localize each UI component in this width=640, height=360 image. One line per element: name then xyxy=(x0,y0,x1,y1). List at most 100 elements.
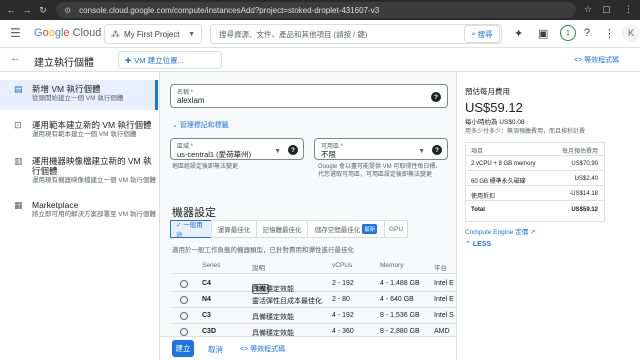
series-name: C3D xyxy=(202,328,217,335)
search-placeholder: 搜尋資源、文件、產品和其他項目 (請按 / 鍵) xyxy=(219,29,368,39)
region-value: us-central1 (愛荷華州) xyxy=(177,150,252,159)
create-button[interactable]: 建立 xyxy=(172,340,194,357)
series-vcpus: 2 - 80 xyxy=(332,296,350,303)
page-title: 建立執行個體 xyxy=(34,58,94,69)
tab-label: 記憶體最佳化 xyxy=(262,227,302,234)
equivalent-code-button[interactable]: <> 等效程式碼 xyxy=(240,344,285,354)
add-icon: ✚ xyxy=(125,55,132,65)
series-vcpus: 4 - 360 xyxy=(332,328,354,335)
series-radio[interactable] xyxy=(180,328,188,336)
cost-value: US$70.90 xyxy=(571,161,598,167)
project-icon: ⁂ xyxy=(111,28,120,39)
series-desc: 靈活彈性且成本最佳化 xyxy=(252,298,322,305)
tab-compute-optimized[interactable]: 運算最佳化 xyxy=(211,220,257,238)
manage-tags-labels-label: 管理標記和標籤 xyxy=(179,122,229,129)
table-row[interactable]: C3 具備穩定效能 4 - 192 8 - 1,536 GB Intel S xyxy=(172,308,456,324)
pricing-link[interactable]: Compute Engine 定價 ↗ xyxy=(465,226,536,236)
region-select[interactable]: 區域 * us-central1 (愛荷華州) ▼ ? xyxy=(170,138,304,160)
notification-badge[interactable]: 1 xyxy=(560,25,576,41)
cost-value: -US$14.18 xyxy=(569,191,598,197)
address-bar[interactable]: ⚙ console.cloud.google.com/compute/insta… xyxy=(56,2,576,18)
series-platform: AMD xyxy=(434,328,450,335)
vm-location-button[interactable]: ✚ VM 建立位置... xyxy=(118,51,222,69)
series-memory: 4 - 640 GB xyxy=(380,296,414,303)
help-icon[interactable]: ? xyxy=(288,145,298,155)
tab-label: 儲存空間最佳化 xyxy=(314,227,361,234)
browser-bar: ← → ↻ ⚙ console.cloud.google.com/compute… xyxy=(0,0,640,20)
less-toggle[interactable]: ⌃ LESS xyxy=(465,240,491,248)
column-header: Memory xyxy=(380,262,404,269)
equivalent-code-label: 等效程式碼 xyxy=(584,57,620,64)
table-row[interactable]: C4 預覽 具備穩定效能 2 - 192 4 - 1,488 GB Intel E xyxy=(172,276,456,294)
reload-icon[interactable]: ↻ xyxy=(36,5,50,16)
table-row[interactable]: C3D 具備穩定效能 4 - 360 8 - 2,880 GB AMD xyxy=(172,324,456,336)
back-arrow-icon[interactable]: ← xyxy=(4,5,18,15)
search-input[interactable]: 搜尋資源、文件、產品和其他項目 (請按 / 鍵) xyxy=(210,24,502,44)
monthly-price: US$59.12 xyxy=(465,100,523,115)
browser-menu-icon[interactable]: ⋮ xyxy=(624,4,633,15)
sidebar-item-from-machine-image[interactable]: ▥ 運用機器映像檔建立新的 VM 執行個體 運用現有機器映像檔建立一個 VM 執… xyxy=(0,152,158,192)
more-options-icon[interactable]: ⋮ xyxy=(604,27,615,40)
table-row[interactable]: N4 靈活彈性且成本最佳化 2 - 80 4 - 640 GB Intel E xyxy=(172,292,456,308)
manage-tags-labels-link[interactable]: ⌄ 管理標記和標籤 xyxy=(172,120,229,130)
tab-memory-optimized[interactable]: 記憶體最佳化 xyxy=(256,220,308,238)
series-radio[interactable] xyxy=(180,296,188,304)
tab-label: ✓ 一般用途 xyxy=(176,222,203,239)
pricing-title: 預估每月費用 xyxy=(465,87,510,96)
sidebar-item-title: 運用範本建立新的 VM 執行個體 xyxy=(32,120,152,130)
column-header: 項目 xyxy=(471,149,484,155)
sidebar-item-title: 新增 VM 執行個體 xyxy=(32,84,101,94)
sidebar-item-desc: 運用現有範本建立一個 VM 執行個體 xyxy=(32,131,137,138)
series-radio[interactable] xyxy=(180,280,188,288)
sidebar-item-new-vm[interactable]: ▤ 新增 VM 執行個體 從頭開始建立一個 VM 執行個體 xyxy=(0,80,158,110)
cancel-button[interactable]: 取消 xyxy=(208,344,223,355)
cost-table: 項目 每月預估費用 2 vCPU + 8 GB memory US$70.90 … xyxy=(465,142,605,222)
tab-gpu[interactable]: GPU xyxy=(384,220,408,238)
sidebar-item-from-template[interactable]: ⊡ 運用範本建立新的 VM 執行個體 運用現有範本建立一個 VM 執行個體 xyxy=(0,116,158,146)
tab-storage-optimized[interactable]: 儲存空間最佳化 最新 xyxy=(307,220,385,238)
machine-config-title: 機器設定 xyxy=(172,207,216,219)
series-radio[interactable] xyxy=(180,312,188,320)
table-row: 60 GB 標準永久磁碟 US$2.40 xyxy=(466,173,604,186)
creation-options-sidebar: ▤ 新增 VM 執行個體 從頭開始建立一個 VM 執行個體 ⊡ 運用範本建立新的… xyxy=(0,72,160,360)
sidebar-item-marketplace[interactable]: ▦ Marketplace 將立即可用的解決方案部署至 VM 執行個體 xyxy=(0,196,158,226)
help-icon[interactable]: ? xyxy=(431,92,441,102)
cost-item: 2 vCPU + 8 GB memory xyxy=(471,161,536,167)
series-vcpus: 2 - 192 xyxy=(332,280,354,287)
zone-select[interactable]: 可用區 * 不限 ▼ ? xyxy=(314,138,448,160)
help-icon[interactable]: ? xyxy=(584,27,590,39)
cost-value: US$59.12 xyxy=(571,207,598,213)
site-info-icon[interactable]: ⚙ xyxy=(64,6,71,15)
series-memory: 4 - 1,488 GB xyxy=(380,280,420,287)
equivalent-code-link[interactable]: <> 等效程式碼 xyxy=(574,55,619,65)
project-name: My First Project xyxy=(124,29,180,39)
extensions-icon[interactable]: ▢ xyxy=(602,4,611,15)
series-name: C3 xyxy=(202,312,211,319)
star-icon[interactable]: ☆ xyxy=(584,4,592,15)
forward-arrow-icon[interactable]: → xyxy=(20,5,34,15)
console-header: ☰ Google Cloud ⁂ My First Project ▼ 搜尋資源… xyxy=(0,20,640,48)
sidebar-item-title: 運用機器映像檔建立新的 VM 執行個體 xyxy=(32,156,152,176)
series-desc: 具備穩定效能 xyxy=(252,314,294,321)
back-arrow-icon[interactable]: ← xyxy=(10,52,21,64)
sidebar-item-desc: 從頭開始建立一個 VM 執行個體 xyxy=(32,95,124,102)
series-name: N4 xyxy=(202,296,211,303)
series-memory: 8 - 2,880 GB xyxy=(380,328,420,335)
cost-value: US$2.40 xyxy=(574,176,598,182)
column-header: Series xyxy=(202,262,221,269)
search-button[interactable]: ⌕ 搜尋 xyxy=(464,25,500,43)
help-icon[interactable]: ? xyxy=(432,145,442,155)
tab-general-purpose[interactable]: ✓ 一般用途 xyxy=(170,220,212,239)
series-platform: Intel S xyxy=(434,312,454,319)
hamburger-menu-icon[interactable]: ☰ xyxy=(10,26,21,40)
machine-family-description: 適用於一般工作負載的機器類型，已針對費用和彈性進行最佳化 xyxy=(172,247,354,254)
sidebar-item-desc: 運用現有機器映像檔建立一個 VM 執行個體 xyxy=(32,177,156,184)
google-cloud-logo[interactable]: Google Cloud xyxy=(34,27,101,39)
project-selector[interactable]: ⁂ My First Project ▼ xyxy=(104,24,202,44)
new-vm-icon: ▤ xyxy=(14,84,23,94)
name-field[interactable]: 名稱 * alexlam ? xyxy=(170,84,448,108)
avatar[interactable]: K xyxy=(622,24,640,42)
cloud-shell-icon[interactable]: ▣ xyxy=(538,27,548,40)
gemini-icon[interactable]: ✦ xyxy=(514,27,523,40)
create-label: 建立 xyxy=(175,344,191,353)
